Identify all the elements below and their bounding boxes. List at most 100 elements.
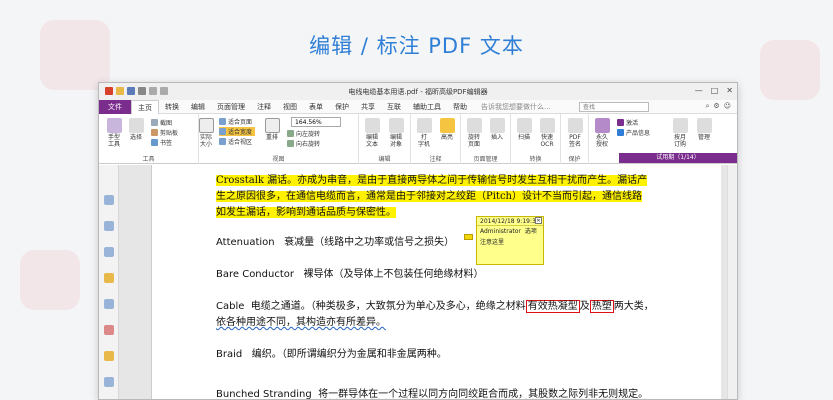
doc-line-crosstalk-2[interactable]: 生之原因很多，在通信电缆而言，通常是由于邻接对之绞距（Pitch）设计不当而引起… — [216, 187, 642, 202]
ribbon-group-page-management: 旋转 页面 插入 页面管理 — [461, 114, 511, 164]
maximize-button[interactable]: □ — [711, 86, 719, 95]
page-icon — [198, 118, 214, 133]
document-viewport: Crosstalk 漏话。亦成为串音，是由于直接两导体之间于传输信号时发生互相干… — [119, 165, 729, 400]
bookmark-button[interactable]: 书签 — [151, 138, 172, 147]
tell-me-input[interactable]: 告诉我您想要做什么... — [481, 102, 551, 112]
tab-help[interactable]: 帮助 — [447, 100, 473, 114]
pdf-sign-button[interactable]: PDF 签名 — [564, 118, 586, 148]
permanent-license-button[interactable]: 永久 授权 — [591, 118, 613, 148]
activate-button[interactable]: 激活 — [617, 118, 638, 127]
note-date: 2014/12/18 9:19:39 — [480, 218, 540, 225]
rotate-right-button[interactable]: 向右旋转 — [287, 139, 320, 148]
tab-connect[interactable]: 互联 — [381, 100, 407, 114]
doc-line-cable-2[interactable]: 依各种用途不同，其构造亦有所差异。 — [216, 313, 386, 328]
rotate-page-button[interactable]: 旋转 页面 — [463, 118, 485, 148]
hand-tool-button[interactable]: 手型 工具 — [103, 118, 125, 148]
reflow-button[interactable]: 重排 — [261, 118, 283, 141]
vertical-scrollbar[interactable] — [727, 165, 737, 399]
sticky-note-popup[interactable]: 2014/12/18 9:19:39 ✕ Administrator 选项 注意… — [476, 216, 544, 265]
pages-icon[interactable] — [104, 195, 114, 205]
squiggly-text[interactable]: 依各种用途不同，其构造亦有所差异。 — [216, 317, 386, 328]
highlight-button[interactable]: 高亮 — [436, 118, 458, 141]
lock-icon[interactable] — [104, 351, 114, 361]
edit-text-button[interactable]: 编辑 文本 — [361, 118, 383, 148]
subscribe-button[interactable]: 按月 订购 — [669, 118, 691, 148]
signature-icon[interactable] — [104, 325, 114, 335]
doc-line-bare-conductor[interactable]: Bare Conductor 裸导体（及导体上不包装任何绝缘材料） — [216, 265, 484, 280]
doc-line-crosstalk-1[interactable]: Crosstalk 漏话。亦成为串音，是由于直接两导体之间于传输信号时发生互相干… — [216, 171, 648, 186]
snapshot-button[interactable]: 截图 — [151, 118, 172, 127]
insert-button[interactable]: 插入 — [486, 118, 508, 141]
fields-icon[interactable] — [104, 377, 114, 387]
doc-line-cable[interactable]: Cable 电缆之通道。（种类极多，大致氛分为单心及多心，绝缘之材料 有效热凝型及… — [216, 297, 654, 313]
product-info-button[interactable]: 产品信息 — [617, 128, 650, 137]
ribbon-group-label: 视图 — [272, 156, 285, 163]
tab-share[interactable]: 共享 — [355, 100, 381, 114]
typewriter-button[interactable]: 打 字机 — [413, 118, 435, 148]
highlight-icon — [439, 118, 455, 133]
definition: 编织。（即所谓编织分为金属和非金属两种。 — [251, 349, 447, 360]
tab-protect[interactable]: 保护 — [329, 100, 355, 114]
fit-page-button[interactable]: 适合页面 — [219, 117, 252, 126]
bookmark-icon — [151, 139, 158, 146]
tab-form[interactable]: 表单 — [303, 100, 329, 114]
fit-visible-button[interactable]: 适合视区 — [219, 137, 252, 146]
close-icon[interactable]: ✕ — [535, 217, 542, 224]
tab-page-management[interactable]: 页面管理 — [211, 100, 251, 114]
scan-button[interactable]: 扫描 — [513, 118, 535, 141]
doc-line-crosstalk-3[interactable]: 如发生漏话，影响到通话品质与保密性。 — [216, 203, 396, 218]
definition: 及 — [579, 301, 590, 312]
search-input[interactable]: 查找 — [579, 102, 649, 112]
term: Bare Conductor — [216, 269, 294, 280]
doc-line-bunched-stranding[interactable]: Bunched Stranding 将一群导体在一个过程以同方向同绞距合而成，其… — [216, 385, 648, 400]
manage-icon — [696, 118, 712, 133]
manage-button[interactable]: 管理 — [693, 118, 715, 141]
note-icon[interactable] — [464, 234, 473, 240]
select-button[interactable]: 选择 — [125, 118, 147, 141]
user-icon[interactable]: ☺ — [724, 102, 731, 111]
highlighted-text[interactable]: Crosstalk 漏话。亦成为串音，是由于直接两导体之间于传输信号时发生互相干… — [216, 175, 648, 186]
quick-ocr-button[interactable]: 快速 OCR — [536, 118, 558, 148]
tab-comment[interactable]: 注释 — [251, 100, 277, 114]
page-headline: 编辑 / 标注 PDF 文本 — [309, 34, 524, 58]
attachment-icon[interactable] — [104, 299, 114, 309]
definition: 电缆之通道。（种类极多，大致氛分为单心及多心，绝缘之材料 — [250, 301, 526, 312]
term: Bunched Stranding — [216, 389, 312, 400]
ribbon-group-label: 工具 — [142, 156, 155, 163]
fit-width-button[interactable]: 适合宽度 — [219, 127, 256, 136]
squiggly-text[interactable]: 将一群导体在一个过程以同方向同绞距合而成，其股数之际列非无则规定。 — [318, 389, 648, 399]
tab-edit[interactable]: 编辑 — [185, 100, 211, 114]
highlighted-text[interactable]: 生之原因很多，在通信电缆而言，通常是由于邻接对之绞距（Pitch）设计不当而引起… — [216, 191, 642, 202]
tab-view[interactable]: 视图 — [277, 100, 303, 114]
bookmarks-icon[interactable] — [104, 247, 114, 257]
rotate-left-button[interactable]: 向左旋转 — [287, 129, 320, 138]
definition: 两大类， — [613, 301, 654, 312]
doc-line-attenuation[interactable]: Attenuation 衰减量（线路中之功率或信号之损失） — [216, 233, 454, 248]
tab-convert[interactable]: 转换 — [159, 100, 185, 114]
license-icon — [594, 118, 610, 133]
close-button[interactable]: ✕ — [726, 86, 733, 95]
window-title: 电线电缆基本用语.pdf - 福昕高级PDF编辑器 — [348, 88, 488, 96]
boxed-annotation[interactable]: 有效热凝型 — [525, 300, 580, 313]
edit-object-button[interactable]: 编辑 对象 — [385, 118, 407, 148]
note-author: Administrator — [480, 228, 521, 235]
actual-size-button[interactable]: 实际 大小 — [195, 118, 217, 148]
note-content[interactable]: 注意这里 — [477, 237, 543, 248]
ocr-icon — [539, 118, 555, 133]
file-menu[interactable]: 文件 — [99, 99, 131, 114]
doc-line-braid[interactable]: Braid 编织。（即所谓编织分为金属和非金属两种。 — [216, 345, 447, 360]
tab-accessibility[interactable]: 辅助工具 — [407, 100, 447, 114]
note-options[interactable]: 选项 — [525, 228, 537, 235]
search-icon[interactable]: ⌕ — [705, 102, 709, 111]
settings-icon[interactable]: ⚙ — [713, 102, 719, 111]
ribbon-group-label: 页面管理 — [473, 156, 498, 163]
layers-icon[interactable] — [104, 221, 114, 231]
zoom-input[interactable]: 164.56% — [291, 117, 341, 127]
clipboard-button[interactable]: 剪贴板 — [151, 128, 178, 137]
ribbon-group-convert: 扫描 快速 OCR 转换 — [511, 114, 561, 164]
highlighted-text[interactable]: 如发生漏话，影响到通话品质与保密性。 — [216, 207, 396, 218]
minimize-button[interactable]: — — [695, 86, 703, 95]
tab-home[interactable]: 主页 — [131, 99, 159, 114]
boxed-annotation[interactable]: 热塑 — [589, 300, 614, 313]
comments-icon[interactable] — [104, 273, 114, 283]
